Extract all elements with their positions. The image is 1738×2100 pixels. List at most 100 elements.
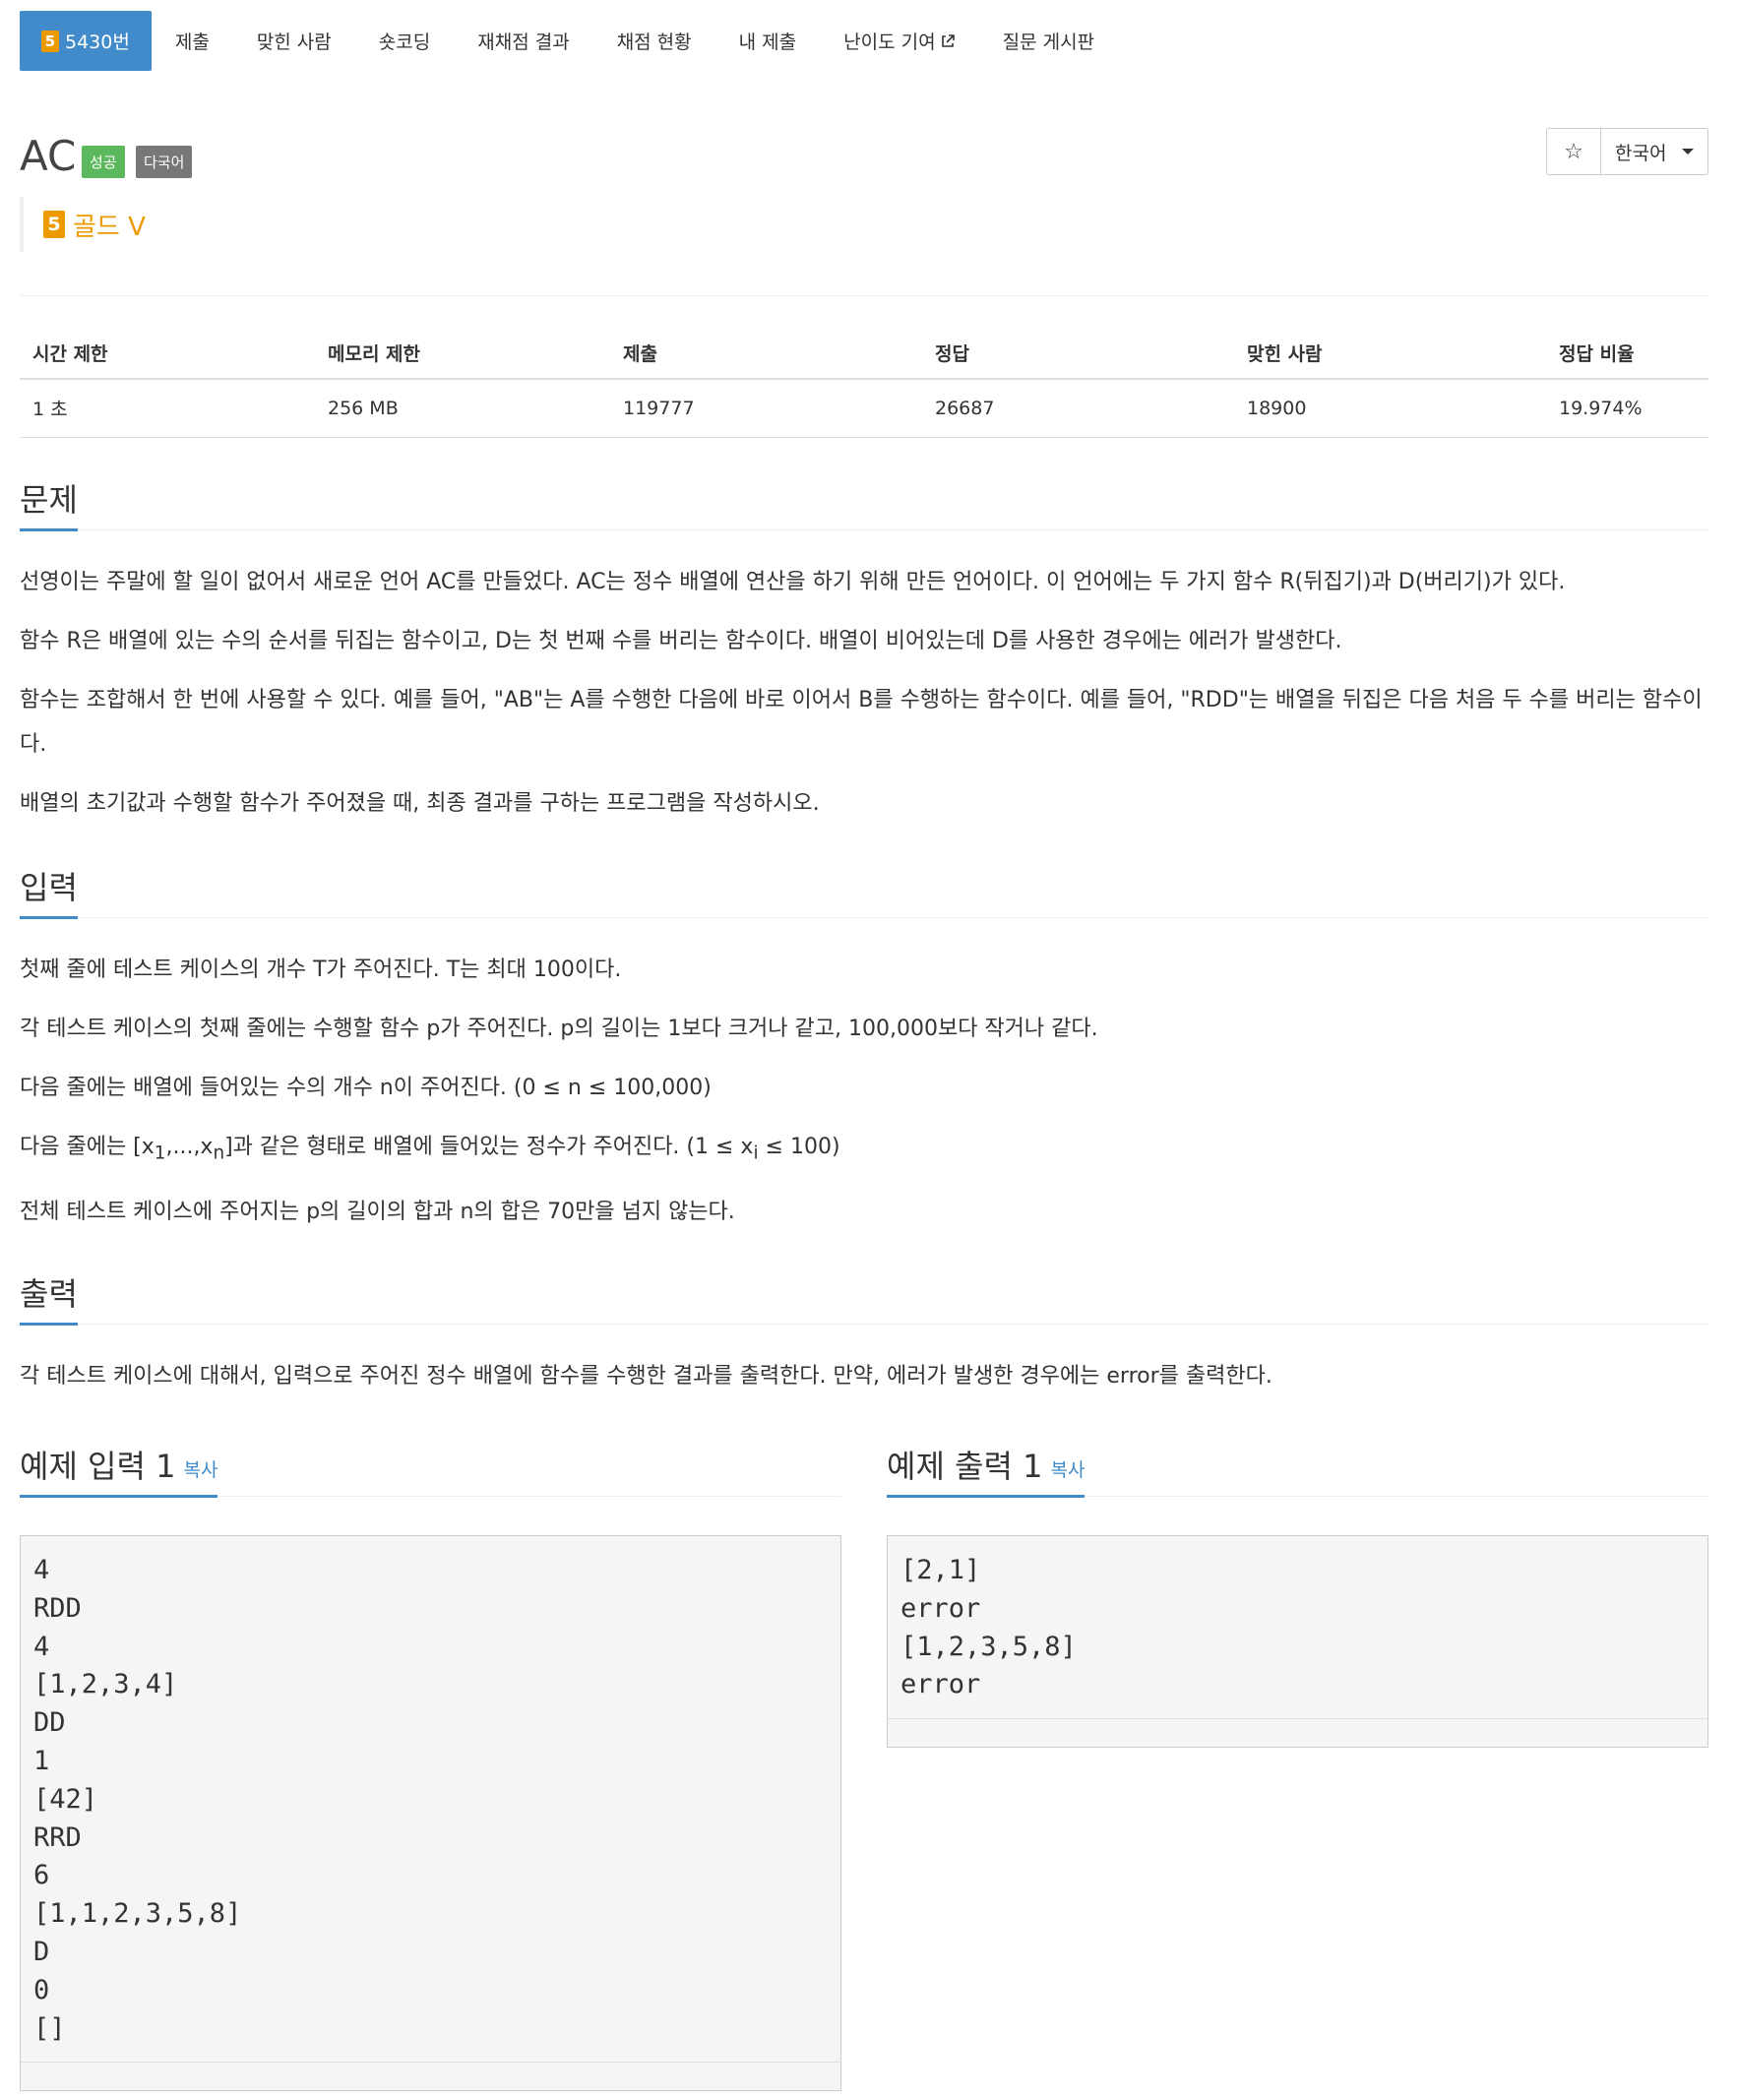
copy-sample-input-button[interactable]: 복사 [183, 1459, 217, 1481]
sample-output-line: [1,2,3,5,8] [900, 1631, 1077, 1662]
sample-input-title-text: 예제 입력 1 [20, 1448, 176, 1485]
table-cell: 119777 [610, 379, 922, 438]
tier-badge-icon: 5 [41, 30, 59, 52]
divider [20, 1324, 1708, 1325]
nav-question-board[interactable]: 질문 게시판 [979, 11, 1118, 71]
sample-input-line: [42] [33, 1783, 98, 1815]
nav-difficulty-contribute[interactable]: 난이도 기여 [820, 11, 978, 71]
nav-problem-tab[interactable]: 5 5430번 [20, 11, 152, 71]
table-cell: 1 초 [20, 379, 315, 438]
divider [20, 295, 1708, 296]
problem-paragraph: 선영이는 주말에 할 일이 없어서 새로운 언어 AC를 만들었다. AC는 정… [20, 570, 1566, 594]
sample-output-title: 예제 출력 1 복사 [887, 1442, 1086, 1498]
table-cell: 256 MB [315, 379, 610, 438]
sample-input-line: 1 [33, 1745, 50, 1776]
problem-id: 5430번 [65, 31, 130, 53]
sample-input-line: 4 [33, 1631, 50, 1662]
text-fragment: ,...,x [165, 1135, 214, 1159]
table-cell: 19.974% [1546, 379, 1708, 438]
sample-input-line: [1,2,3,4] [33, 1669, 178, 1700]
table-header: 정답 비율 [1546, 330, 1708, 380]
output-description: 각 테스트 케이스에 대해서, 입력으로 주어진 정수 배열에 함수를 수행한 … [20, 1354, 1708, 1398]
sample-input-line: D [33, 1936, 50, 1967]
table-row: 1 초 256 MB 119777 26687 18900 19.974% [20, 379, 1708, 438]
text-fragment: 다음 줄에는 [x [20, 1135, 155, 1159]
sample-output-line: [2,1] [900, 1555, 981, 1585]
sample-input-line: 4 [33, 1555, 50, 1585]
output-paragraph: 각 테스트 케이스에 대해서, 입력으로 주어진 정수 배열에 함수를 수행한 … [20, 1364, 1272, 1389]
sample-input-line: DD [33, 1707, 66, 1739]
sample-output-box[interactable]: [2,1] error [1,2,3,5,8] error [887, 1535, 1708, 1749]
status-badge-multilang: 다국어 [136, 146, 193, 178]
sample-input-line: 0 [33, 1974, 50, 2006]
text-fragment: ]과 같은 형태로 배열에 들어있는 정수가 주어진다. (1 ≤ x [224, 1135, 754, 1159]
star-icon: ☆ [1564, 139, 1583, 164]
sample-output-line: error [900, 1592, 981, 1624]
subscript: 1 [154, 1143, 166, 1164]
nav-rejudge-results[interactable]: 재채점 결과 [454, 11, 592, 71]
subscript: n [213, 1143, 225, 1164]
table-cell: 18900 [1234, 379, 1546, 438]
sample-output-header: 예제 출력 1 복사 [887, 1442, 1708, 1498]
table-header: 정답 [922, 330, 1234, 380]
table-header: 맞힌 사람 [1234, 330, 1546, 380]
nav-short-coding[interactable]: 숏코딩 [355, 11, 454, 71]
input-paragraph: 다음 줄에는 배열에 들어있는 수의 개수 n이 주어진다. (0 ≤ n ≤ … [20, 1076, 712, 1100]
sample-input-box[interactable]: 4 RDD 4 [1,2,3,4] DD 1 [42] RRD 6 [1,1,2… [20, 1535, 841, 2092]
problem-section: 문제 선영이는 주말에 할 일이 없어서 새로운 언어 AC를 만들었다. AC… [20, 475, 1708, 826]
section-title-problem: 문제 [20, 475, 78, 531]
input-description: 첫째 줄에 테스트 케이스의 개수 T가 주어진다. T는 최대 100이다. … [20, 948, 1708, 1234]
sample-output-title-text: 예제 출력 1 [887, 1448, 1043, 1485]
output-section: 출력 각 테스트 케이스에 대해서, 입력으로 주어진 정수 배열에 함수를 수… [20, 1269, 1708, 1398]
copy-sample-output-button[interactable]: 복사 [1050, 1459, 1085, 1481]
problem-info-table: 시간 제한 메모리 제한 제출 정답 맞힌 사람 정답 비율 1 초 256 M… [20, 330, 1708, 438]
tier-icon: 5 [43, 211, 65, 238]
tier-text[interactable]: 골드 V [73, 207, 146, 243]
divider [20, 529, 1708, 530]
table-header-row: 시간 제한 메모리 제한 제출 정답 맞힌 사람 정답 비율 [20, 330, 1708, 380]
status-badge-success: 성공 [82, 146, 125, 178]
language-dropdown[interactable]: 한국어 [1601, 129, 1707, 174]
sample-input-title: 예제 입력 1 복사 [20, 1442, 218, 1498]
section-title-output: 출력 [20, 1269, 78, 1326]
sample-input-footer [21, 2062, 840, 2090]
nav-difficulty-label: 난이도 기여 [843, 31, 936, 53]
sample-output-line: error [900, 1669, 981, 1700]
star-button[interactable]: ☆ [1547, 129, 1601, 174]
sample-input-content: 4 RDD 4 [1,2,3,4] DD 1 [42] RRD 6 [1,1,2… [21, 1536, 840, 2048]
text-fragment: ≤ 100) [758, 1135, 840, 1159]
table-header: 제출 [610, 330, 922, 380]
input-paragraph: 전체 테스트 케이스에 주어지는 p의 길이의 합과 n의 합은 70만을 넘지… [20, 1200, 735, 1225]
input-paragraph: 각 테스트 케이스의 첫째 줄에는 수행할 함수 p가 주어진다. p의 길이는… [20, 1017, 1098, 1041]
table-header: 메모리 제한 [315, 330, 610, 380]
caret-down-icon [1682, 149, 1694, 154]
nav-my-submissions[interactable]: 내 제출 [715, 11, 820, 71]
title-row: AC 성공 다국어 ☆ 한국어 [20, 128, 1708, 187]
table-header: 시간 제한 [20, 330, 315, 380]
title-actions: ☆ 한국어 [1546, 128, 1708, 175]
input-section: 입력 첫째 줄에 테스트 케이스의 개수 T가 주어진다. T는 최대 100이… [20, 863, 1708, 1234]
input-paragraph: 다음 줄에는 [x1,...,xn]과 같은 형태로 배열에 들어있는 정수가 … [20, 1125, 1708, 1175]
nav-status[interactable]: 채점 현황 [593, 11, 715, 71]
sample-input-line: 6 [33, 1860, 50, 1891]
sample-output-content: [2,1] error [1,2,3,5,8] error [888, 1536, 1707, 1704]
problem-title: AC [20, 132, 77, 180]
input-paragraph: 첫째 줄에 테스트 케이스의 개수 T가 주어진다. T는 최대 100이다. [20, 957, 622, 982]
problem-paragraph: 배열의 초기값과 수행할 함수가 주어졌을 때, 최종 결과를 구하는 프로그램… [20, 791, 820, 816]
section-title-input: 입력 [20, 863, 78, 919]
tier-info: 5 골드 V [20, 197, 146, 252]
sample-input-line: RDD [33, 1592, 82, 1624]
problem-paragraph: 함수는 조합해서 한 번에 사용할 수 있다. 예를 들어, "AB"는 A를 … [20, 688, 1703, 757]
language-label: 한국어 [1615, 142, 1667, 164]
nav-solved-users[interactable]: 맞힌 사람 [233, 11, 355, 71]
problem-paragraph: 함수 R은 배열에 있는 수의 순서를 뒤집는 함수이고, D는 첫 번째 수를… [20, 629, 1342, 653]
external-link-icon [941, 33, 955, 47]
nav-submit[interactable]: 제출 [152, 11, 233, 71]
page: 5 5430번 제출 맞힌 사람 숏코딩 재채점 결과 채점 현황 내 제출 난… [20, 0, 1708, 2092]
problem-description: 선영이는 주말에 할 일이 없어서 새로운 언어 AC를 만들었다. AC는 정… [20, 560, 1708, 826]
sample-input-header: 예제 입력 1 복사 [20, 1442, 841, 1498]
divider [20, 917, 1708, 918]
sample-input-line: [1,1,2,3,5,8] [33, 1898, 242, 1930]
problem-nav: 5 5430번 제출 맞힌 사람 숏코딩 재채점 결과 채점 현황 내 제출 난… [20, 11, 1708, 71]
sample-input-line: [] [33, 2012, 66, 2044]
